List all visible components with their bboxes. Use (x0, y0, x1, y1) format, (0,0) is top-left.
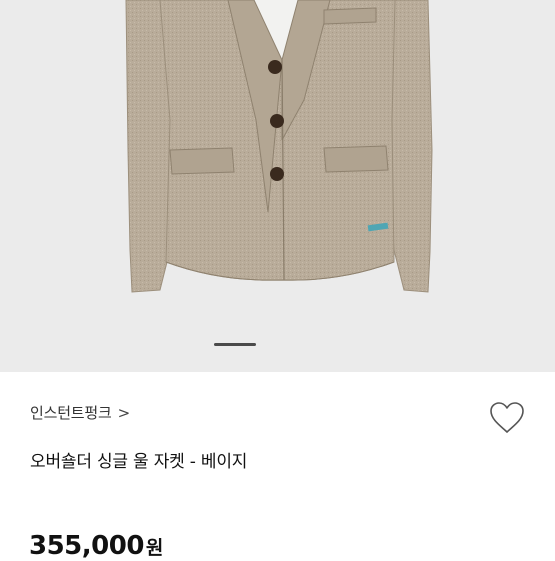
heart-outline-icon (490, 402, 524, 433)
product-image-gallery[interactable] (0, 0, 555, 372)
price-amount: 355,000 (29, 531, 144, 561)
image-carousel-indicator (214, 343, 256, 346)
brand-link[interactable]: 인스턴트펑크 > (30, 402, 130, 423)
wishlist-button[interactable] (488, 400, 526, 436)
price-currency: 원 (145, 537, 164, 559)
brand-name: 인스턴트펑크 (30, 404, 112, 422)
jacket-image (125, 0, 433, 293)
product-title: 오버숄더 싱글 울 자켓 - 베이지 (30, 452, 248, 472)
product-price: 355,000 원 (29, 531, 163, 561)
chevron-right-icon: > (117, 403, 131, 422)
